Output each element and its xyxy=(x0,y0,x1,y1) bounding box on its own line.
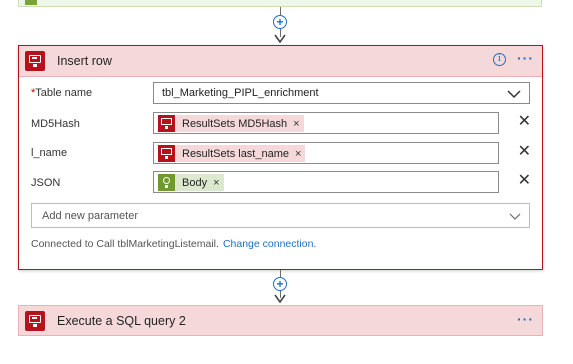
more-options-icon[interactable]: ··· xyxy=(517,311,534,327)
insert-row-card: Insert row i ··· *Table name tbl_Marketi… xyxy=(18,45,543,270)
more-options-icon[interactable]: ··· xyxy=(517,50,534,66)
card-title: Execute a SQL query 2 xyxy=(57,314,186,328)
lname-field[interactable]: ResultSets last_name × xyxy=(153,142,499,164)
md5hash-field[interactable]: ResultSets MD5Hash × xyxy=(153,112,499,134)
sql-server-icon xyxy=(25,311,45,331)
remove-md5hash-icon[interactable]: ✕ xyxy=(518,114,531,130)
md5hash-label: MD5Hash xyxy=(31,118,80,130)
card-title: Insert row xyxy=(57,54,112,68)
sql-server-icon xyxy=(158,145,175,162)
insert-step-plus-icon[interactable]: + xyxy=(273,15,287,29)
remove-token-icon[interactable]: × xyxy=(213,177,219,189)
lname-label: l_name xyxy=(31,147,68,159)
bulb-icon xyxy=(158,174,175,191)
remove-token-icon[interactable]: × xyxy=(295,148,301,160)
sql-server-icon xyxy=(25,51,45,71)
previous-action-card[interactable] xyxy=(18,0,542,7)
remove-lname-icon[interactable]: ✕ xyxy=(518,144,531,160)
table-name-label: *Table name xyxy=(31,87,93,99)
remove-token-icon[interactable]: × xyxy=(293,118,299,130)
change-connection-link[interactable]: Change connection. xyxy=(223,238,316,250)
token-body[interactable]: Body × xyxy=(158,174,224,191)
chevron-down-icon xyxy=(509,213,521,220)
table-name-value: tbl_Marketing_PIPL_enrichment xyxy=(162,87,319,99)
remove-json-icon[interactable]: ✕ xyxy=(518,173,531,189)
insert-step-plus-icon[interactable]: + xyxy=(273,277,287,291)
sql-server-icon xyxy=(158,115,175,132)
token-resultsets-last-name[interactable]: ResultSets last_name × xyxy=(158,145,306,162)
info-icon[interactable]: i xyxy=(493,53,506,66)
json-field[interactable]: Body × xyxy=(153,171,499,193)
previous-action-icon xyxy=(25,0,37,5)
chevron-down-icon xyxy=(507,90,521,99)
card-header[interactable]: Insert row i ··· xyxy=(19,46,542,77)
arrow-down-icon xyxy=(274,294,286,304)
arrow-down-icon xyxy=(274,34,286,44)
add-new-parameter-dropdown[interactable]: Add new parameter xyxy=(31,203,530,228)
table-name-dropdown[interactable]: tbl_Marketing_PIPL_enrichment xyxy=(153,82,530,104)
json-label: JSON xyxy=(31,177,61,189)
token-resultsets-md5hash[interactable]: ResultSets MD5Hash × xyxy=(158,115,304,132)
execute-sql-query-card[interactable]: Execute a SQL query 2 ··· xyxy=(18,305,543,336)
connection-info: Connected to Call tblMarketingListemail.… xyxy=(31,238,317,250)
